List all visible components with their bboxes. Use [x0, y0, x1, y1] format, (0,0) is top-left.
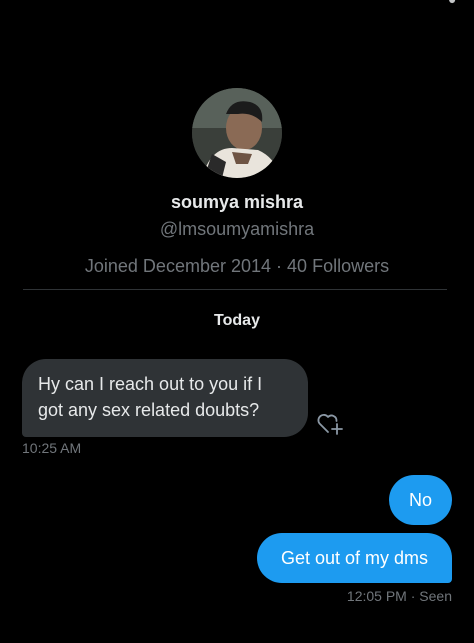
outgoing-timestamp: 12:05 PM [346, 588, 407, 604]
react-button[interactable] [316, 410, 346, 436]
profile-meta: Joined December 2014 · 40 Followers [0, 256, 474, 277]
followers-count[interactable]: 40 Followers [287, 256, 389, 276]
seen-status: Seen [419, 588, 452, 604]
profile-header: soumya mishra @lmsoumyamishra Joined Dec… [0, 88, 474, 277]
status-separator: · [410, 588, 416, 604]
incoming-timestamp: 10:25 AM [22, 440, 82, 456]
avatar-photo-icon [192, 88, 282, 178]
outgoing-message[interactable]: No [389, 475, 452, 525]
outgoing-message[interactable]: Get out of my dms [257, 533, 452, 583]
profile-handle[interactable]: @lmsoumyamishra [0, 219, 474, 240]
joined-date: Joined December 2014 [84, 256, 272, 276]
heart-plus-icon [317, 414, 343, 435]
outgoing-status: 12:05 PM · Seen [347, 588, 452, 604]
divider [23, 289, 447, 290]
partial-icon: ● [448, 0, 462, 6]
day-label: Today [214, 312, 260, 329]
meta-separator: · [276, 256, 283, 276]
avatar[interactable] [192, 88, 282, 178]
incoming-message[interactable]: Hy can I reach out to you if I got any s… [22, 359, 308, 437]
profile-name[interactable]: soumya mishra [0, 192, 474, 213]
